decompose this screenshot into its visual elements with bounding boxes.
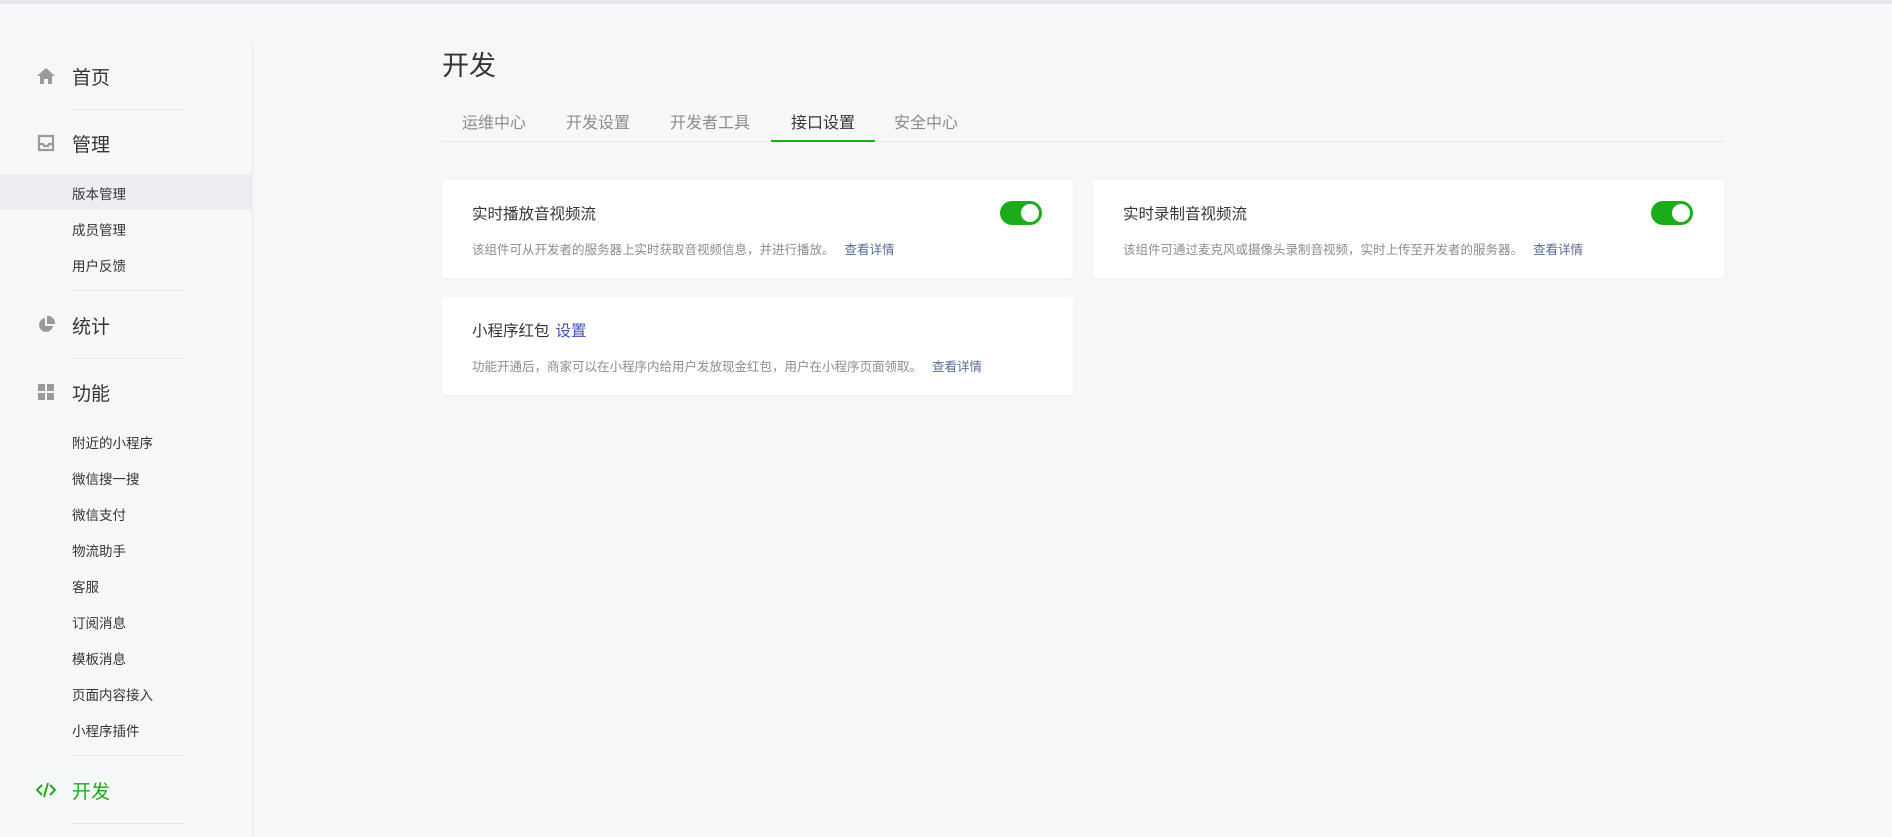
card-title-text: 小程序红包 [472, 322, 550, 340]
view-details-link[interactable]: 查看详情 [932, 359, 982, 374]
sidebar-item-subscribe[interactable]: 订阅消息 [0, 603, 253, 639]
toggle-knob [1672, 204, 1690, 222]
sidebar-item-label: 订阅消息 [72, 616, 126, 632]
nav-home-label: 首页 [72, 67, 111, 89]
sidebar-item-label: 用户反馈 [72, 259, 126, 275]
sidebar-item-content[interactable]: 页面内容接入 [0, 675, 253, 711]
card-title: 小程序红包 设置 [472, 319, 587, 341]
sidebar-item-search[interactable]: 微信搜一搜 [0, 459, 253, 495]
sidebar-item-label: 微信支付 [72, 508, 126, 524]
card-description: 该组件可通过麦克风或摄像头录制音视频，实时上传至开发者的服务器。 查看详情 [1123, 239, 1583, 258]
tab-dev-tools[interactable]: 开发者工具 [650, 104, 770, 142]
card-title: 实时录制音视频流 [1123, 205, 1248, 223]
nav-home[interactable]: 首页 [0, 56, 253, 96]
sidebar-item-label: 物流助手 [72, 544, 126, 560]
view-details-link[interactable]: 查看详情 [1533, 242, 1583, 257]
live-record-toggle[interactable] [1651, 201, 1693, 225]
sidebar-item-nearby[interactable]: 附近的小程序 [0, 423, 253, 459]
sidebar: 首页 管理 版本管理 成员管理 用户反馈 统计 功能 附近的小程序 微信搜一搜 … [0, 44, 253, 837]
card-title: 实时播放音视频流 [472, 205, 597, 223]
sidebar-item-label: 页面内容接入 [72, 688, 153, 704]
sidebar-item-service[interactable]: 客服 [0, 567, 253, 603]
feature-card-live-play: 实时播放音视频流 该组件可从开发者的服务器上实时获取音视频信息，并进行播放。 查看… [442, 180, 1073, 278]
sidebar-item-version[interactable]: 版本管理 [0, 174, 253, 210]
sidebar-item-label: 小程序插件 [72, 724, 140, 740]
page-title: 开发 [442, 51, 496, 82]
settings-link[interactable]: 设置 [556, 322, 587, 340]
nav-manage-label: 管理 [72, 134, 111, 156]
top-border [0, 0, 1892, 4]
card-desc-text: 该组件可从开发者的服务器上实时获取音视频信息，并进行播放。 [472, 242, 835, 257]
nav-develop[interactable]: 开发 [0, 770, 253, 810]
nav-divider [72, 823, 184, 824]
sidebar-item-members[interactable]: 成员管理 [0, 210, 253, 246]
tab-security[interactable]: 安全中心 [874, 104, 978, 142]
nav-develop-label: 开发 [72, 781, 111, 803]
sidebar-item-label: 模板消息 [72, 652, 126, 668]
pie-chart-icon [39, 315, 56, 332]
sidebar-item-plugin[interactable]: 小程序插件 [0, 711, 253, 747]
home-icon [37, 68, 55, 84]
card-desc-text: 该组件可通过麦克风或摄像头录制音视频，实时上传至开发者的服务器。 [1123, 242, 1524, 257]
nav-manage[interactable]: 管理 [0, 123, 253, 163]
nav-stats-label: 统计 [72, 316, 111, 338]
sidebar-item-label: 版本管理 [72, 187, 126, 203]
tab-ops[interactable]: 运维中心 [442, 104, 546, 142]
card-description: 功能开通后，商家可以在小程序内给用户发放现金红包，用户在小程序页面领取。 查看详情 [472, 356, 982, 375]
tab-dev-settings[interactable]: 开发设置 [546, 104, 650, 142]
live-play-toggle[interactable] [1000, 201, 1042, 225]
nav-divider [72, 358, 184, 359]
sidebar-item-logistics[interactable]: 物流助手 [0, 531, 253, 567]
nav-divider [72, 290, 184, 291]
toggle-knob [1021, 204, 1039, 222]
card-description: 该组件可从开发者的服务器上实时获取音视频信息，并进行播放。 查看详情 [472, 239, 895, 258]
card-desc-text: 功能开通后，商家可以在小程序内给用户发放现金红包，用户在小程序页面领取。 [472, 359, 923, 374]
sidebar-item-label: 成员管理 [72, 223, 126, 239]
tab-bar: 运维中心 开发设置 开发者工具 接口设置 安全中心 [442, 104, 1724, 142]
code-icon [36, 782, 56, 798]
nav-features-label: 功能 [72, 383, 111, 405]
nav-features[interactable]: 功能 [0, 372, 253, 412]
sidebar-item-label: 微信搜一搜 [72, 472, 140, 488]
feature-card-red-packet: 小程序红包 设置 功能开通后，商家可以在小程序内给用户发放现金红包，用户在小程序页… [442, 297, 1073, 395]
nav-stats[interactable]: 统计 [0, 305, 253, 345]
feature-card-live-record: 实时录制音视频流 该组件可通过麦克风或摄像头录制音视频，实时上传至开发者的服务器… [1093, 180, 1724, 278]
nav-divider [72, 109, 184, 110]
inbox-icon [37, 134, 55, 152]
sidebar-item-label: 附近的小程序 [72, 436, 153, 452]
tab-api-settings[interactable]: 接口设置 [771, 104, 876, 142]
nav-divider [72, 755, 184, 756]
sidebar-item-feedback[interactable]: 用户反馈 [0, 246, 253, 282]
sidebar-item-pay[interactable]: 微信支付 [0, 495, 253, 531]
sidebar-item-template[interactable]: 模板消息 [0, 639, 253, 675]
view-details-link[interactable]: 查看详情 [845, 242, 895, 257]
sidebar-item-label: 客服 [72, 580, 99, 596]
grid-icon [38, 384, 54, 400]
